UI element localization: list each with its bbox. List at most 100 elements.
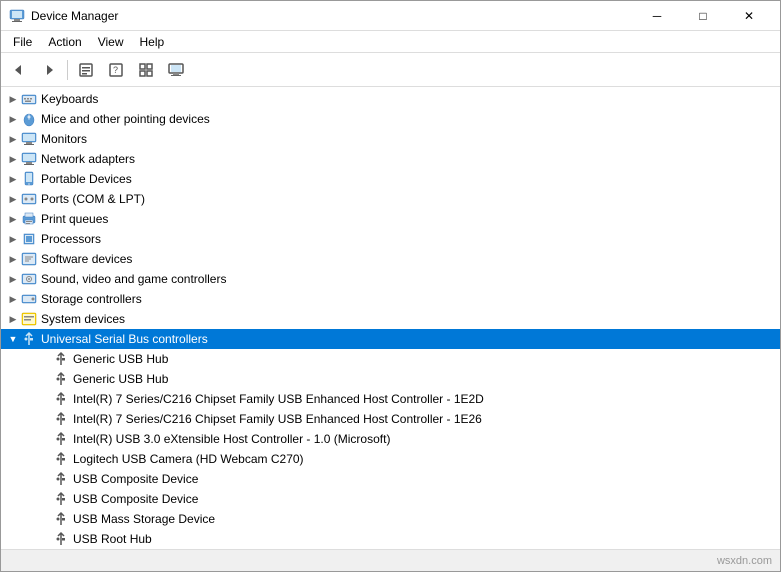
toolbar-scan[interactable] <box>132 57 160 83</box>
expand-arrow-keyboards[interactable]: ▶ <box>5 91 21 107</box>
child-logitech-webcam[interactable]: Logitech USB Camera (HD Webcam C270) <box>1 449 780 469</box>
toolbar-properties[interactable] <box>72 57 100 83</box>
expand-arrow-sound[interactable]: ▶ <box>5 271 21 287</box>
ports-icon <box>21 191 37 207</box>
menu-file[interactable]: File <box>5 33 40 51</box>
back-icon <box>11 62 27 78</box>
device-manager-window: Device Manager ─ □ ✕ File Action View He… <box>0 0 781 572</box>
child-intel-1e26[interactable]: Intel(R) 7 Series/C216 Chipset Family US… <box>1 409 780 429</box>
child-label-8: USB Composite Device <box>73 489 198 509</box>
usb-host-icon-2 <box>53 411 69 427</box>
usb-controller-icon <box>21 331 37 347</box>
child-usb3-host[interactable]: Intel(R) USB 3.0 eXtensible Host Control… <box>1 429 780 449</box>
child-usb-root-hub-1[interactable]: USB Root Hub <box>1 529 780 549</box>
child-label-3: Intel(R) 7 Series/C216 Chipset Family US… <box>73 389 484 409</box>
tree-item-network[interactable]: ▶ Network adapters <box>1 149 780 169</box>
child-generic-usb-hub-2[interactable]: Generic USB Hub <box>1 369 780 389</box>
svg-text:?: ? <box>113 65 118 75</box>
webcam-icon <box>53 451 69 467</box>
tree-item-storage[interactable]: ▶ Storage controllers <box>1 289 780 309</box>
usb-hub-icon-2 <box>53 371 69 387</box>
tree-item-processors[interactable]: ▶ Processors <box>1 229 780 249</box>
child-label-6: Logitech USB Camera (HD Webcam C270) <box>73 449 304 469</box>
ports-label: Ports (COM & LPT) <box>41 189 145 209</box>
toolbar-update[interactable]: ? <box>102 57 130 83</box>
mice-label: Mice and other pointing devices <box>41 109 210 129</box>
print-icon <box>21 211 37 227</box>
usb-host-icon-1 <box>53 391 69 407</box>
menu-help[interactable]: Help <box>132 33 173 51</box>
sound-label: Sound, video and game controllers <box>41 269 226 289</box>
usb-composite-icon-1 <box>53 471 69 487</box>
properties-icon <box>78 62 94 78</box>
toolbar-back[interactable] <box>5 57 33 83</box>
tree-item-software[interactable]: ▶ Software devices <box>1 249 780 269</box>
expand-arrow-monitors[interactable]: ▶ <box>5 131 21 147</box>
expand-arrow-portable[interactable]: ▶ <box>5 171 21 187</box>
expand-arrow-mice[interactable]: ▶ <box>5 111 21 127</box>
monitors-icon <box>21 131 37 147</box>
close-button[interactable]: ✕ <box>726 1 772 31</box>
processors-label: Processors <box>41 229 101 249</box>
status-bar: wsxdn.com <box>1 549 780 571</box>
tree-item-keyboards[interactable]: ▶ Keyboards <box>1 89 780 109</box>
child-intel-1e2d[interactable]: Intel(R) 7 Series/C216 Chipset Family US… <box>1 389 780 409</box>
expand-arrow-network[interactable]: ▶ <box>5 151 21 167</box>
software-icon <box>21 251 37 267</box>
portable-icon <box>21 171 37 187</box>
mice-icon <box>21 111 37 127</box>
usb-mass-icon <box>53 511 69 527</box>
toolbar-monitor[interactable] <box>162 57 190 83</box>
expand-arrow-storage[interactable]: ▶ <box>5 291 21 307</box>
child-label-7: USB Composite Device <box>73 469 198 489</box>
child-usb-composite-2[interactable]: USB Composite Device <box>1 489 780 509</box>
child-label-10: USB Root Hub <box>73 529 152 549</box>
tree-item-monitors[interactable]: ▶ Monitors <box>1 129 780 149</box>
tree-item-system[interactable]: ▶ System devices <box>1 309 780 329</box>
expand-arrow-processors[interactable]: ▶ <box>5 231 21 247</box>
network-icon <box>21 151 37 167</box>
device-tree[interactable]: ▶ Keyboards ▶ <box>1 87 780 549</box>
child-generic-usb-hub-1[interactable]: Generic USB Hub <box>1 349 780 369</box>
title-bar-controls: ─ □ ✕ <box>634 1 772 31</box>
title-bar: Device Manager ─ □ ✕ <box>1 1 780 31</box>
tree-item-portable[interactable]: ▶ Portable Devices <box>1 169 780 189</box>
expand-arrow-usb[interactable]: ▼ <box>5 331 21 347</box>
content-wrapper: ▶ Keyboards ▶ <box>1 87 780 549</box>
usb-label: Universal Serial Bus controllers <box>41 329 208 349</box>
tree-item-print[interactable]: ▶ Print queues <box>1 209 780 229</box>
tree-item-ports[interactable]: ▶ Ports (COM & LPT) <box>1 189 780 209</box>
child-label-4: Intel(R) 7 Series/C216 Chipset Family US… <box>73 409 482 429</box>
scan-icon <box>138 62 154 78</box>
expand-arrow-software[interactable]: ▶ <box>5 251 21 267</box>
usb-root-icon-1 <box>53 531 69 547</box>
tree-item-sound[interactable]: ▶ Sound, video and game controllers <box>1 269 780 289</box>
tree-item-mice[interactable]: ▶ Mice and other pointing devices <box>1 109 780 129</box>
minimize-button[interactable]: ─ <box>634 1 680 31</box>
storage-icon <box>21 291 37 307</box>
usb-hub-icon-1 <box>53 351 69 367</box>
tree-item-usb[interactable]: ▼ Universal Serial Bus controllers <box>1 329 780 349</box>
expand-arrow-print[interactable]: ▶ <box>5 211 21 227</box>
child-label-9: USB Mass Storage Device <box>73 509 215 529</box>
usb3-host-icon <box>53 431 69 447</box>
keyboard-icon <box>21 91 37 107</box>
status-text: wsxdn.com <box>717 555 772 567</box>
toolbar-forward[interactable] <box>35 57 63 83</box>
monitors-label: Monitors <box>41 129 87 149</box>
app-icon <box>9 8 25 24</box>
toolbar-sep-1 <box>67 60 68 80</box>
title-bar-left: Device Manager <box>9 8 118 24</box>
menu-action[interactable]: Action <box>40 33 89 51</box>
system-label: System devices <box>41 309 125 329</box>
child-usb-mass-storage[interactable]: USB Mass Storage Device <box>1 509 780 529</box>
expand-arrow-ports[interactable]: ▶ <box>5 191 21 207</box>
maximize-button[interactable]: □ <box>680 1 726 31</box>
expand-arrow-system[interactable]: ▶ <box>5 311 21 327</box>
keyboards-label: Keyboards <box>41 89 98 109</box>
print-label: Print queues <box>41 209 108 229</box>
sound-icon <box>21 271 37 287</box>
child-usb-composite-1[interactable]: USB Composite Device <box>1 469 780 489</box>
update-icon: ? <box>108 62 124 78</box>
menu-view[interactable]: View <box>90 33 132 51</box>
